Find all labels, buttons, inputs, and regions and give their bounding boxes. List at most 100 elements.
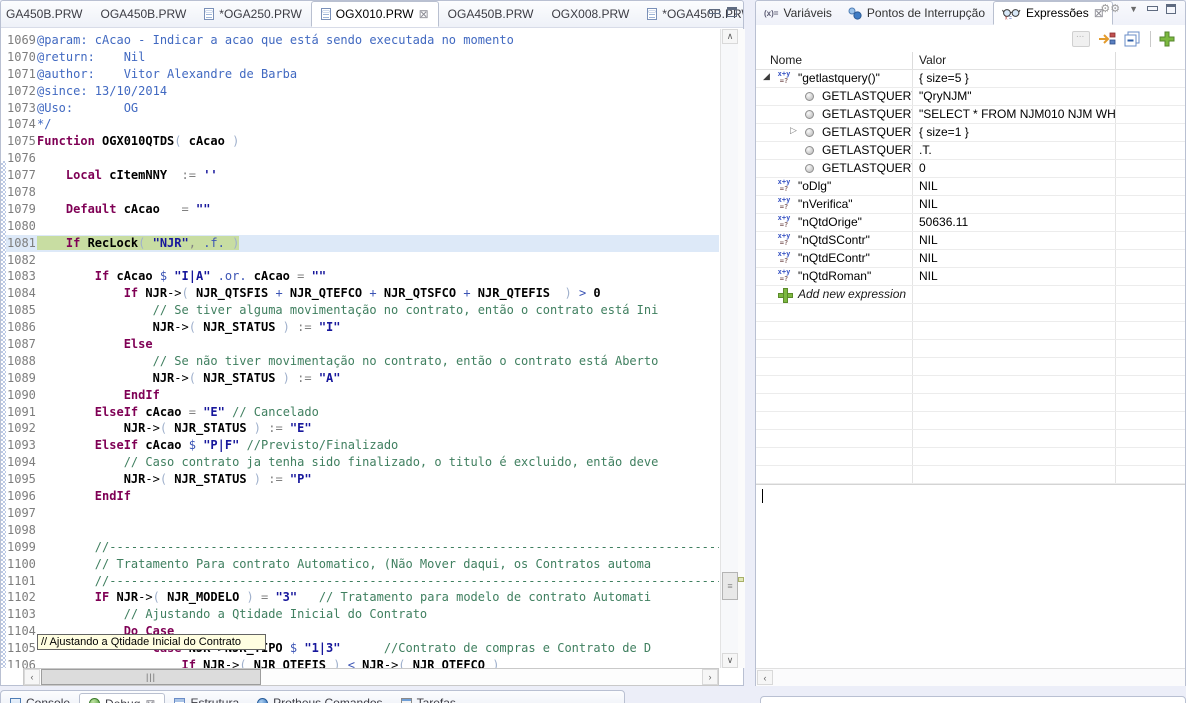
- scroll-left-icon[interactable]: ‹: [24, 669, 40, 685]
- code-line[interactable]: 1069@param: cAcao - Indicar a acao que e…: [1, 32, 719, 49]
- code-line[interactable]: 1070@return: Nil: [1, 49, 719, 66]
- table-row[interactable]: x+y=?"nVerifica"NIL: [756, 196, 1185, 214]
- table-row[interactable]: GETLASTQUERY("QryNJM": [756, 88, 1185, 106]
- table-row[interactable]: GETLASTQUERY(0: [756, 160, 1185, 178]
- column-header-valor[interactable]: Valor: [913, 52, 1116, 69]
- view-tab-pontos-de-interrup-o[interactable]: Pontos de Interrupção: [840, 1, 993, 25]
- show-type-names-icon[interactable]: [1072, 31, 1090, 47]
- spacer-cell: [1116, 160, 1185, 177]
- code-line[interactable]: 1101 //---------------------------------…: [1, 573, 719, 590]
- code-line[interactable]: 1096 EndIf: [1, 488, 719, 505]
- code-line[interactable]: 1098: [1, 522, 719, 539]
- code-line[interactable]: 1099 //---------------------------------…: [1, 539, 719, 556]
- panel-horizontal-scrollbar[interactable]: ‹: [756, 668, 1185, 686]
- goto-expression-icon[interactable]: [1098, 31, 1116, 47]
- bottom-tab-console[interactable]: Console: [1, 693, 79, 703]
- code-line[interactable]: 1075Function OGX010QTDS( cAcao ): [1, 133, 719, 150]
- table-row[interactable]: GETLASTQUERY("SELECT * FROM NJM010 NJM W…: [756, 106, 1185, 124]
- add-expression-row[interactable]: Add new expression: [756, 286, 1185, 304]
- horizontal-scroll-thumb[interactable]: |||: [41, 669, 261, 685]
- code-line[interactable]: 1074*/: [1, 116, 719, 133]
- code-line[interactable]: 1093 ElseIf cAcao $ "P|F" //Previsto/Fin…: [1, 437, 719, 454]
- horizontal-scrollbar[interactable]: ‹ ||| ›: [23, 668, 719, 686]
- code-line[interactable]: 1097: [1, 505, 719, 522]
- editor-tab-ogx008prw[interactable]: OGX008.PRW: [542, 1, 638, 27]
- code-editor[interactable]: 1069@param: cAcao - Indicar a acao que e…: [1, 29, 719, 668]
- code-line[interactable]: 1082: [1, 252, 719, 269]
- table-row[interactable]: GETLASTQUERY(.T.: [756, 142, 1185, 160]
- code-line[interactable]: 1085 // Se tiver alguma movimentação no …: [1, 302, 719, 319]
- view-tab-vari-veis[interactable]: (x)=Variáveis: [756, 1, 840, 25]
- table-row[interactable]: x+y=?"nQtdSContr"NIL: [756, 232, 1185, 250]
- scroll-right-icon[interactable]: ›: [702, 669, 718, 685]
- value-cell: "QryNJM": [913, 88, 1116, 105]
- code-line[interactable]: 1092 NJR->( NJR_STATUS ) := "E": [1, 420, 719, 437]
- code-line[interactable]: 1088 // Se não tiver movimentação no con…: [1, 353, 719, 370]
- add-expression-icon[interactable]: [1159, 31, 1177, 47]
- annotation-mark[interactable]: [738, 577, 744, 582]
- code-line[interactable]: 1094 // Caso contrato ja tenha sido fina…: [1, 454, 719, 471]
- editor-tab-oga250prw[interactable]: *OGA250.PRW: [195, 1, 310, 27]
- table-row[interactable]: ▷GETLASTQUERY({ size=1 }: [756, 124, 1185, 142]
- code-line[interactable]: 1077 Local cItemNNY := '': [1, 167, 719, 184]
- column-header-nome[interactable]: Nome: [756, 52, 913, 69]
- vertical-scroll-thumb[interactable]: ≡: [722, 572, 738, 600]
- view-tab-express-es[interactable]: x=Expressões⊠: [993, 1, 1113, 25]
- maximize-icon[interactable]: [727, 7, 737, 17]
- name-cell: ◢x+y=?"getlastquery()": [756, 70, 913, 87]
- table-row[interactable]: ◢x+y=?"getlastquery()"{ size=5 }: [756, 70, 1185, 88]
- code-line[interactable]: 1102 IF NJR->( NJR_MODELO ) = "3" // Tra…: [1, 589, 719, 606]
- code-line[interactable]: 1083 If cAcao $ "I|A" .or. cAcao = "": [1, 268, 719, 285]
- code-line[interactable]: 1090 EndIf: [1, 387, 719, 404]
- table-row[interactable]: x+y=?"nQtdOrige"50636.11: [756, 214, 1185, 232]
- editor-tab-oga450bprw[interactable]: OGA450B.PRW: [91, 1, 195, 27]
- expander-open-icon[interactable]: ◢: [763, 71, 770, 82]
- bottom-tab-debug[interactable]: Debug⊠: [79, 693, 165, 703]
- code-line-text: //--------------------------------------…: [37, 574, 719, 588]
- bottom-tab-protheus-comandos[interactable]: Protheus Comandos: [248, 693, 391, 703]
- expression-detail-pane[interactable]: [756, 484, 1185, 668]
- close-icon[interactable]: ⊠: [419, 8, 429, 20]
- code-line[interactable]: 1080: [1, 218, 719, 235]
- code-line[interactable]: 1076: [1, 150, 719, 167]
- code-line-text: Local cItemNNY := '': [37, 168, 218, 182]
- code-line[interactable]: 1072@since: 13/10/2014: [1, 83, 719, 100]
- minimize-icon[interactable]: [1147, 4, 1157, 14]
- minimize-icon[interactable]: [709, 7, 719, 17]
- scroll-down-icon[interactable]: ∨: [722, 653, 738, 668]
- editor-tab-ga450bprw[interactable]: GA450B.PRW: [1, 1, 91, 27]
- bottom-tab-estrutura[interactable]: Estrutura: [165, 693, 248, 703]
- overview-ruler[interactable]: [738, 29, 745, 668]
- table-row[interactable]: x+y=?"oDlg"NIL: [756, 178, 1185, 196]
- vertical-scrollbar[interactable]: ∧ ≡ ∨: [720, 29, 738, 668]
- close-icon[interactable]: ⊠: [145, 698, 155, 703]
- code-line[interactable]: 1078: [1, 184, 719, 201]
- editor-tab-oga450bprw[interactable]: OGA450B.PRW: [439, 1, 543, 27]
- tab-label: Protheus Comandos: [273, 696, 382, 703]
- code-line[interactable]: 1106 If NJR->( NJR_QTEFIS ) < NJR->( NJR…: [1, 657, 719, 668]
- bottom-tab-tarefas[interactable]: Tarefas: [392, 693, 465, 703]
- scroll-up-icon[interactable]: ∧: [722, 29, 738, 44]
- code-line[interactable]: 1086 NJR->( NJR_STATUS ) := "I": [1, 319, 719, 336]
- filter-icon[interactable]: ▼: [1129, 4, 1138, 14]
- code-line[interactable]: 1100 // Tratamento Para contrato Automat…: [1, 556, 719, 573]
- code-line[interactable]: 1103 // Ajustando a Qtidade Inicial do C…: [1, 606, 719, 623]
- maximize-icon[interactable]: [1166, 4, 1176, 14]
- code-line[interactable]: 1071@author: Vitor Alexandre de Barba: [1, 66, 719, 83]
- table-row[interactable]: x+y=?"nQtdRoman"NIL: [756, 268, 1185, 286]
- collapse-all-icon[interactable]: [1124, 31, 1142, 47]
- code-line[interactable]: 1091 ElseIf cAcao = "E" // Cancelado: [1, 404, 719, 421]
- view-menu-gears-icon[interactable]: ⚙⚙: [1100, 2, 1120, 15]
- code-line[interactable]: 1089 NJR->( NJR_STATUS ) := "A": [1, 370, 719, 387]
- table-row[interactable]: x+y=?"nQtdEContr"NIL: [756, 250, 1185, 268]
- code-line[interactable]: 1081 If RecLock( "NJR", .f. ): [1, 235, 719, 252]
- code-line[interactable]: 1079 Default cAcao = "": [1, 201, 719, 218]
- code-line[interactable]: 1087 Else: [1, 336, 719, 353]
- code-line[interactable]: 1073@Uso: OG: [1, 100, 719, 117]
- expander-closed-icon[interactable]: ▷: [790, 125, 797, 136]
- scroll-left-icon[interactable]: ‹: [757, 670, 773, 685]
- editor-tab-ogx010prw[interactable]: OGX010.PRW⊠: [311, 1, 439, 27]
- code-line[interactable]: 1095 NJR->( NJR_STATUS ) := "P": [1, 471, 719, 488]
- add-expression-icon[interactable]: [778, 288, 791, 301]
- code-line[interactable]: 1084 If NJR->( NJR_QTSFIS + NJR_QTEFCO +…: [1, 285, 719, 302]
